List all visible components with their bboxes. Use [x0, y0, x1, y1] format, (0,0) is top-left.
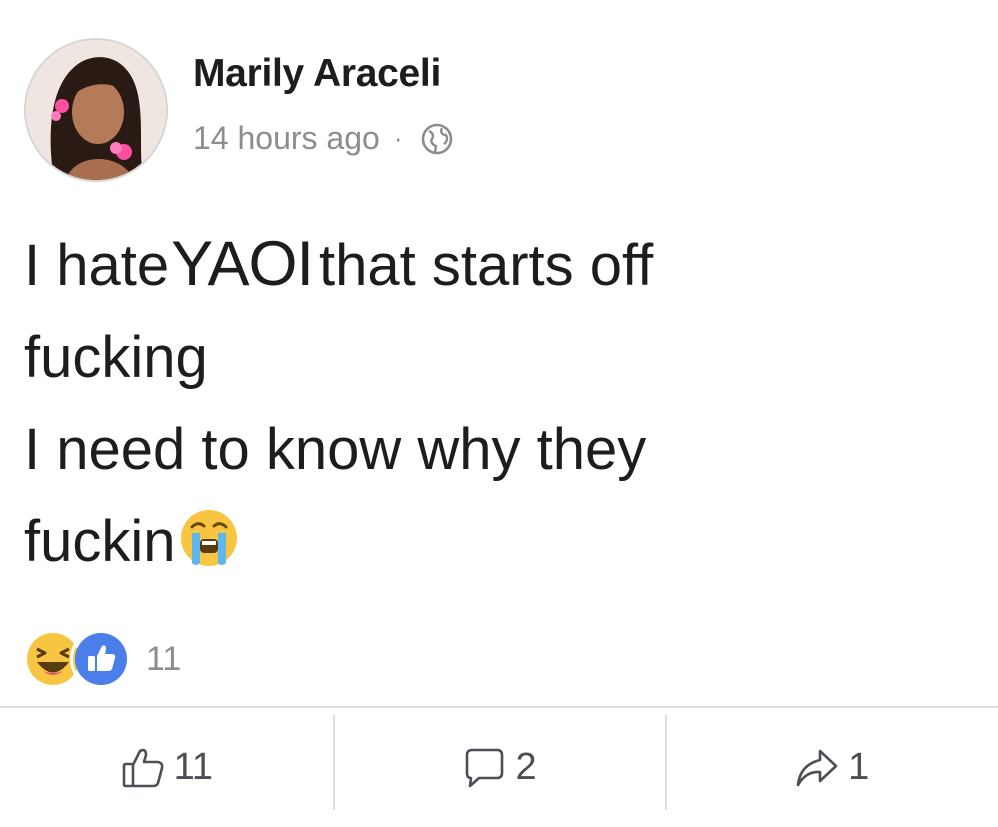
post-line: fucking [24, 312, 964, 404]
thumbs-up-icon [70, 628, 132, 690]
post-body: I hateYAOI that starts off fucking I need… [24, 218, 964, 588]
share-icon [796, 749, 838, 786]
share-count: 1 [848, 746, 870, 788]
post-text: that starts off [319, 233, 654, 298]
reactions-summary[interactable]: 11 [22, 628, 181, 690]
comment-icon [466, 748, 504, 787]
post-meta: 14 hours ago · [193, 120, 454, 157]
meta-separator: · [393, 123, 403, 153]
like-button[interactable]: 11 [0, 708, 333, 827]
post-text: I hate [24, 233, 170, 298]
post-line: I hateYAOI that starts off [24, 218, 964, 312]
facebook-post: Marily Araceli 14 hours ago · I hateYAOI… [0, 0, 998, 827]
post-text-highlight: YAOI [171, 229, 314, 299]
crying-face-emoji [178, 507, 240, 569]
avatar[interactable] [24, 38, 168, 182]
post-line: I need to know why they [24, 404, 964, 496]
globe-icon [420, 122, 454, 156]
post-timestamp[interactable]: 14 hours ago [193, 120, 380, 157]
author-name[interactable]: Marily Araceli [193, 52, 441, 96]
avatar-image [26, 40, 166, 180]
post-line: fuckin [24, 496, 964, 588]
reaction-count[interactable]: 11 [146, 640, 181, 679]
thumbs-up-outline-icon [122, 748, 164, 787]
like-count: 11 [173, 746, 214, 788]
share-button[interactable]: 1 [665, 708, 998, 827]
comment-button[interactable]: 2 [332, 708, 666, 827]
post-text: I need to know why they [24, 417, 647, 482]
post-text: fucking [24, 325, 208, 390]
comment-count: 2 [515, 746, 537, 788]
post-text: fuckin [24, 509, 176, 574]
action-bar: 11 2 1 [0, 708, 998, 827]
